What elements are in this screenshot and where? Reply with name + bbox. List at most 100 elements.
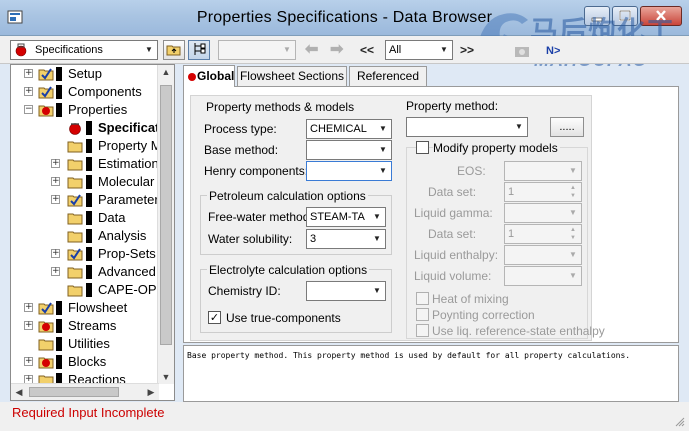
chevron-down-icon: ▼ — [569, 271, 577, 280]
true-components-checkbox[interactable]: ✓ — [208, 311, 221, 324]
liquid-gamma-select[interactable]: ▼ — [504, 203, 582, 223]
liq-ref-enthalpy-checkbox[interactable] — [416, 324, 429, 337]
heat-of-mixing-checkbox[interactable] — [416, 292, 429, 305]
data-browser-tree[interactable]: + Setup + Components − Properties Specif… — [10, 64, 175, 401]
close-button[interactable] — [640, 6, 682, 26]
tree-item-components[interactable]: + Components — [11, 83, 161, 101]
tree-item-label: CAPE-OPE — [98, 282, 166, 297]
property-method-select[interactable]: ▼ — [406, 117, 528, 137]
methods-group-title: Property methods & models — [206, 100, 355, 114]
expand-plus-icon[interactable]: + — [51, 159, 60, 168]
tree-item-property-methods[interactable]: Property M — [11, 137, 162, 155]
tree-item-advanced[interactable]: + Advanced — [11, 263, 161, 281]
nav-next-button[interactable]: >> — [460, 40, 474, 60]
next-required-button[interactable]: N> — [546, 41, 560, 61]
expand-plus-icon[interactable]: + — [24, 87, 33, 96]
liquid-volume-select[interactable]: ▼ — [504, 266, 582, 286]
tree-toggle-button[interactable] — [188, 40, 210, 60]
expand-plus-icon[interactable]: + — [24, 69, 33, 78]
scrollbar-thumb[interactable] — [160, 85, 172, 345]
tree-item-specifications[interactable]: Specificat — [11, 119, 161, 137]
tree-item-properties[interactable]: − Properties — [11, 101, 161, 119]
spinner-arrows-icon[interactable]: ▲ ▼ — [565, 183, 581, 201]
tab-global[interactable]: Global — [183, 65, 235, 87]
scroll-up-icon[interactable]: ▲ — [158, 67, 174, 77]
status-marker — [86, 139, 92, 153]
chevron-down-icon: ▼ — [569, 250, 577, 259]
browse-button[interactable]: ..... — [550, 117, 584, 137]
process-type-select[interactable]: CHEMICAL ▼ — [306, 119, 392, 139]
folder-icon — [67, 231, 83, 243]
expand-plus-icon[interactable]: + — [51, 249, 60, 258]
tab-flowsheet-sections[interactable]: Flowsheet Sections — [237, 66, 347, 86]
expand-plus-icon[interactable]: + — [51, 267, 60, 276]
petroleum-group-title: Petroleum calculation options — [207, 189, 368, 203]
collapse-minus-icon[interactable]: − — [24, 105, 33, 114]
folder-icon — [38, 339, 54, 351]
eos-select[interactable]: ▼ — [504, 161, 582, 181]
scroll-down-icon[interactable]: ▼ — [158, 372, 174, 382]
folder-check-icon — [67, 248, 83, 261]
chemistry-id-select[interactable]: ▼ — [306, 281, 386, 301]
modify-property-models-checkbox[interactable] — [416, 141, 429, 154]
tree-item-molecular-structure[interactable]: + Molecular — [11, 173, 161, 191]
back-arrow-icon[interactable]: ⬅ — [305, 40, 318, 60]
free-water-select[interactable]: STEAM-TA ▼ — [306, 207, 386, 227]
camera-icon[interactable] — [514, 44, 530, 58]
tree-item-setup[interactable]: + Setup — [11, 65, 161, 83]
tree-item-data[interactable]: Data — [11, 209, 161, 227]
scrollbar-thumb[interactable] — [29, 387, 119, 397]
folder-error-icon — [38, 105, 54, 117]
tree-item-blocks[interactable]: + Blocks — [11, 353, 161, 371]
tree-item-label: Blocks — [68, 354, 107, 369]
tree-item-estimation[interactable]: + Estimation — [11, 155, 161, 173]
tree-horizontal-scrollbar[interactable]: ◀ ▶ — [11, 383, 159, 400]
status-marker — [56, 103, 62, 117]
up-folder-button[interactable] — [163, 40, 185, 60]
forward-arrow-icon[interactable]: ➡ — [330, 40, 343, 60]
tree-item-label: Properties — [68, 102, 128, 117]
chevron-down-icon: ▼ — [440, 45, 448, 54]
henry-components-select[interactable]: ▼ — [306, 161, 392, 181]
tree-item-utilities[interactable]: Utilities — [11, 335, 161, 353]
expand-plus-icon[interactable]: + — [51, 195, 60, 204]
maximize-button[interactable] — [612, 6, 638, 26]
expand-plus-icon[interactable]: + — [24, 303, 33, 312]
scroll-left-icon[interactable]: ◀ — [11, 387, 27, 398]
tree-item-streams[interactable]: + Streams — [11, 317, 161, 335]
base-method-select[interactable]: ▼ — [306, 140, 392, 160]
tab-label: Global — [197, 69, 235, 83]
poynting-correction-checkbox[interactable] — [416, 308, 429, 321]
tree-item-analysis[interactable]: Analysis — [11, 227, 161, 245]
status-marker — [86, 229, 92, 243]
filter-select[interactable]: All ▼ — [385, 40, 453, 60]
description-pane: Base property method. This property meth… — [183, 345, 679, 402]
tree-vertical-scrollbar[interactable]: ▲ ▼ — [157, 65, 174, 384]
tree-item-parameters[interactable]: + Parameter — [11, 191, 161, 209]
expand-plus-icon[interactable]: + — [51, 177, 60, 186]
water-solubility-select[interactable]: 3 ▼ — [306, 229, 386, 249]
tree-item-label: Flowsheet — [68, 300, 128, 315]
dataset-1-spinner[interactable]: 1 ▲ ▼ — [504, 182, 582, 202]
scroll-right-icon[interactable]: ▶ — [143, 387, 159, 398]
chevron-down-icon: ▼ — [373, 212, 381, 221]
expand-plus-icon[interactable]: + — [24, 357, 33, 366]
dataset-2-spinner[interactable]: 1 ▲ ▼ — [504, 224, 582, 244]
resize-grip-icon[interactable] — [675, 417, 685, 427]
tab-referenced[interactable]: Referenced — [349, 66, 427, 86]
folder-icon — [67, 285, 83, 297]
tree-item-cape-open[interactable]: CAPE-OPE — [11, 281, 165, 299]
spinner-arrows-icon[interactable]: ▲ ▼ — [565, 225, 581, 243]
nav-previous-button[interactable]: << — [360, 40, 374, 60]
form-select[interactable]: Specifications ▼ — [10, 40, 158, 60]
tree-item-prop-sets[interactable]: + Prop-Sets — [11, 245, 161, 263]
water-solubility-label: Water solubility: — [208, 232, 293, 246]
minimize-button[interactable] — [584, 6, 610, 26]
expand-plus-icon[interactable]: + — [24, 321, 33, 330]
liquid-enthalpy-select[interactable]: ▼ — [504, 245, 582, 265]
henry-components-label: Henry components: — [204, 164, 309, 178]
status-marker — [86, 193, 92, 207]
tree-item-flowsheet[interactable]: + Flowsheet — [11, 299, 161, 317]
folder-check-icon — [38, 302, 54, 315]
object-select[interactable]: ▼ — [218, 40, 296, 60]
